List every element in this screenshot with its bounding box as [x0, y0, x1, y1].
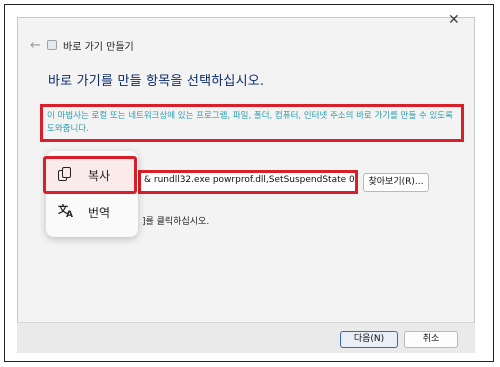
- svg-text:A: A: [66, 210, 73, 218]
- menu-item-translate-label: 번역: [88, 205, 111, 220]
- cancel-button[interactable]: 취소: [404, 331, 458, 348]
- translate-icon: 文 A: [58, 202, 74, 222]
- back-arrow-icon[interactable]: ←: [30, 38, 41, 53]
- browse-button[interactable]: 찾아보기(R)...: [363, 173, 429, 192]
- wizard-description: 이 마법사는 로컬 또는 네트워크상에 있는 프로그램, 파일, 폴더, 컴퓨터…: [47, 111, 453, 134]
- menu-item-copy-label: 복사: [88, 168, 111, 183]
- page-heading: 바로 가기를 만들 항목을 선택하십시오.: [48, 74, 265, 89]
- menu-item-copy[interactable]: 복사: [58, 164, 110, 186]
- next-hint-text: ]를 클릭하십시오.: [142, 217, 210, 227]
- menu-item-translate[interactable]: 文 A 번역: [58, 201, 110, 223]
- location-input[interactable]: & rundll32.exe powrprof.dll,SetSuspendSt…: [141, 173, 355, 191]
- shortcut-wizard-icon: [47, 40, 57, 50]
- close-icon[interactable]: ✕: [448, 12, 460, 28]
- copy-icon: [58, 167, 74, 183]
- dialog-title: 바로 가기 만들기: [63, 42, 134, 53]
- next-button[interactable]: 다음(N): [340, 331, 398, 348]
